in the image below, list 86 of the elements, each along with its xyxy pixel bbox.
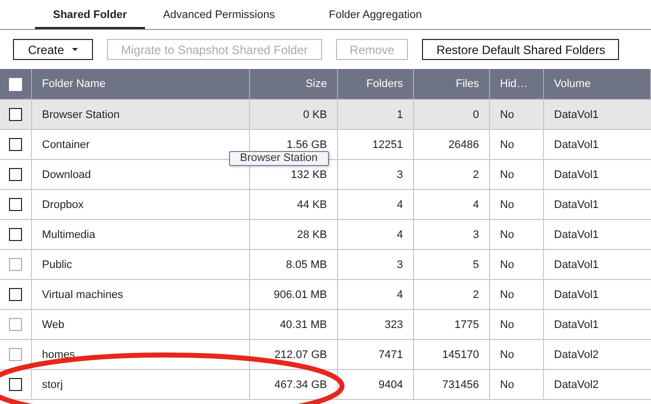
table-cell: 4: [396, 198, 403, 210]
column-header[interactable]: Folder Name: [42, 78, 106, 90]
table-cell: 132 KB: [290, 168, 327, 180]
table-row[interactable]: Browser Station 0 KB 1 0 No DataVol1: [0, 100, 651, 130]
table-cell: DataVol1: [554, 108, 599, 120]
row-checkbox[interactable]: [9, 138, 22, 151]
table-cell: No: [500, 318, 514, 330]
table-cell: storj: [42, 378, 63, 390]
table-cell: Dropbox: [42, 198, 84, 210]
table-cell: Container: [42, 138, 90, 150]
table-cell: 3: [396, 258, 403, 270]
table-cell: 3: [472, 228, 479, 240]
toolbar-button[interactable]: Restore Default Shared Folders: [422, 39, 620, 60]
row-checkbox[interactable]: [9, 288, 22, 301]
table-cell: 44 KB: [297, 198, 327, 210]
select-all-checkbox[interactable]: [9, 78, 22, 90]
table-cell: 4: [472, 198, 479, 210]
table-cell: 4: [396, 228, 403, 240]
table-cell: Public: [42, 258, 72, 270]
row-checkbox[interactable]: [9, 198, 22, 211]
table-cell: 731456: [442, 378, 479, 390]
column-header[interactable]: Size: [306, 78, 327, 90]
column-header[interactable]: Hid…: [500, 78, 528, 90]
table-cell: No: [500, 168, 514, 180]
table-cell: 9404: [378, 378, 403, 390]
table-cell: 0: [472, 108, 479, 120]
table-cell: 2: [472, 168, 479, 180]
table-cell: Multimedia: [42, 228, 96, 240]
table-cell: 26486: [448, 138, 479, 150]
table-cell: 0 KB: [303, 108, 327, 120]
table-cell: DataVol1: [554, 198, 599, 210]
create-dropdown[interactable]: Create: [13, 39, 93, 60]
table-cell: No: [500, 228, 514, 240]
caret-icon: [72, 48, 78, 51]
tab[interactable]: Advanced Permissions: [144, 9, 293, 29]
table-cell: 7471: [378, 348, 403, 360]
table-cell: 40.31 MB: [280, 318, 327, 330]
table-cell: 467.34 GB: [274, 378, 327, 390]
column-header[interactable]: Files: [456, 78, 479, 90]
table-cell: 4: [396, 288, 403, 300]
table-cell: No: [500, 258, 514, 270]
table-cell: 1.56 GB: [286, 138, 327, 150]
table-cell: DataVol1: [554, 168, 599, 180]
row-checkbox[interactable]: [9, 228, 22, 241]
table-row[interactable]: Multimedia 28 KB 4 3 No DataVol1: [0, 220, 651, 250]
row-checkbox[interactable]: [9, 168, 22, 181]
table-row[interactable]: Virtual machines 906.01 MB 4 2 No DataVol1: [0, 280, 651, 310]
table-row[interactable]: Download 132 KB 3 2 No DataVol1: [0, 160, 651, 190]
tab[interactable]: Shared Folder: [35, 9, 145, 29]
table-cell: Download: [42, 168, 91, 180]
table-cell: DataVol1: [554, 258, 599, 270]
tooltip: Browser Station: [229, 151, 329, 166]
column-header[interactable]: Volume: [554, 78, 591, 90]
table-row[interactable]: Dropbox 44 KB 4 4 No DataVol1: [0, 190, 651, 220]
table-cell: DataVol1: [554, 318, 599, 330]
row-checkbox[interactable]: [9, 378, 22, 391]
table-cell: No: [500, 288, 514, 300]
table-cell: 8.05 MB: [286, 258, 327, 270]
table-cell: DataVol1: [554, 288, 599, 300]
table-cell: DataVol2: [554, 378, 599, 390]
table-cell: homes: [42, 348, 76, 360]
row-checkbox[interactable]: [9, 108, 22, 121]
table-cell: DataVol2: [554, 348, 599, 360]
table-cell: 145170: [442, 348, 479, 360]
table-cell: No: [500, 348, 514, 360]
table-cell: No: [500, 108, 514, 120]
table-cell: 1: [396, 108, 403, 120]
table-cell: 5: [472, 258, 479, 270]
table-cell: 28 KB: [297, 228, 327, 240]
table-cell: No: [500, 198, 514, 210]
table-cell: No: [500, 378, 514, 390]
table-cell: 1775: [454, 318, 479, 330]
table-cell: 2: [472, 288, 479, 300]
table-cell: 906.01 MB: [274, 288, 327, 300]
table-cell: 12251: [372, 138, 403, 150]
tab[interactable]: Folder Aggregation: [310, 9, 440, 29]
table-cell: DataVol1: [554, 228, 599, 240]
column-header[interactable]: Folders: [366, 78, 403, 90]
table-cell: 212.07 GB: [274, 348, 327, 360]
table-cell: 323: [384, 318, 403, 330]
table-cell: No: [500, 138, 514, 150]
table-cell: Virtual machines: [42, 288, 124, 300]
table-cell: Web: [42, 318, 64, 330]
table-cell: DataVol1: [554, 138, 599, 150]
table-cell: Browser Station: [42, 108, 120, 120]
table-cell: 3: [396, 168, 403, 180]
